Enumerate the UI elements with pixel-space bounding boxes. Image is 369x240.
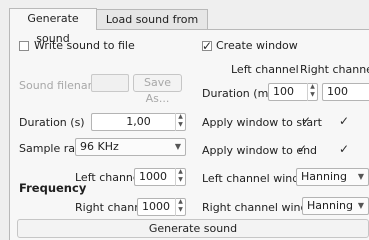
duration-ms-right-input[interactable]: 100 [322,83,369,101]
generate-sound-button[interactable]: Generate sound [17,219,369,238]
duration-label: Duration (s) [19,116,85,129]
duration-ms-left-value: 100 [273,85,294,98]
duration-ms-right-value: 100 [327,85,348,98]
sample-rate-select[interactable]: 96 KHz ▼ [75,138,186,156]
apply-start-left-checkbox[interactable]: ✓ [301,115,311,127]
apply-start-right-checkbox[interactable]: ✓ [339,115,349,127]
tab-generate-sound[interactable]: Generate sound [9,8,97,45]
left-channel-header: Left channel [231,63,299,76]
apply-end-right-checkbox[interactable]: ✓ [339,143,349,155]
frequency-left-label: Left channel [75,171,143,184]
create-window-label: Create window [216,39,298,52]
sound-filename-input[interactable] [91,74,129,92]
left-window-value: Hanning [301,170,347,183]
save-as-button[interactable]: Save As... [133,74,182,105]
duration-ms-left-spinner[interactable]: ▲ ▼ [307,83,317,101]
write-sound-checkbox[interactable] [19,41,29,51]
right-channel-header: Right channel [300,63,369,76]
frequency-left-value: 1000 [139,170,167,183]
duration-spinner[interactable]: ▲ ▼ [175,113,185,131]
duration-value: 1,00 [126,115,151,128]
frequency-right-value: 1000 [142,200,170,213]
duration-input[interactable]: 1,00 [91,113,186,131]
duration-ms-label: Duration (ms) [202,87,279,100]
chevron-down-icon: ▼ [174,142,181,151]
frequency-right-spinner[interactable]: ▲ ▼ [175,198,185,216]
tab-load-sound[interactable]: Load sound from disk [96,9,208,46]
chevron-down-icon: ▼ [357,201,364,210]
checkmark-icon: ✓ [202,39,213,53]
right-window-select[interactable]: Hanning ▼ [302,197,369,215]
frequency-left-spinner[interactable]: ▲ ▼ [175,168,185,186]
right-window-value: Hanning [307,199,353,212]
left-window-select[interactable]: Hanning ▼ [296,168,369,186]
chevron-down-icon: ▼ [357,172,364,181]
apply-end-left-checkbox[interactable]: ✓ [297,143,307,155]
sample-rate-value: 96 KHz [80,140,119,153]
